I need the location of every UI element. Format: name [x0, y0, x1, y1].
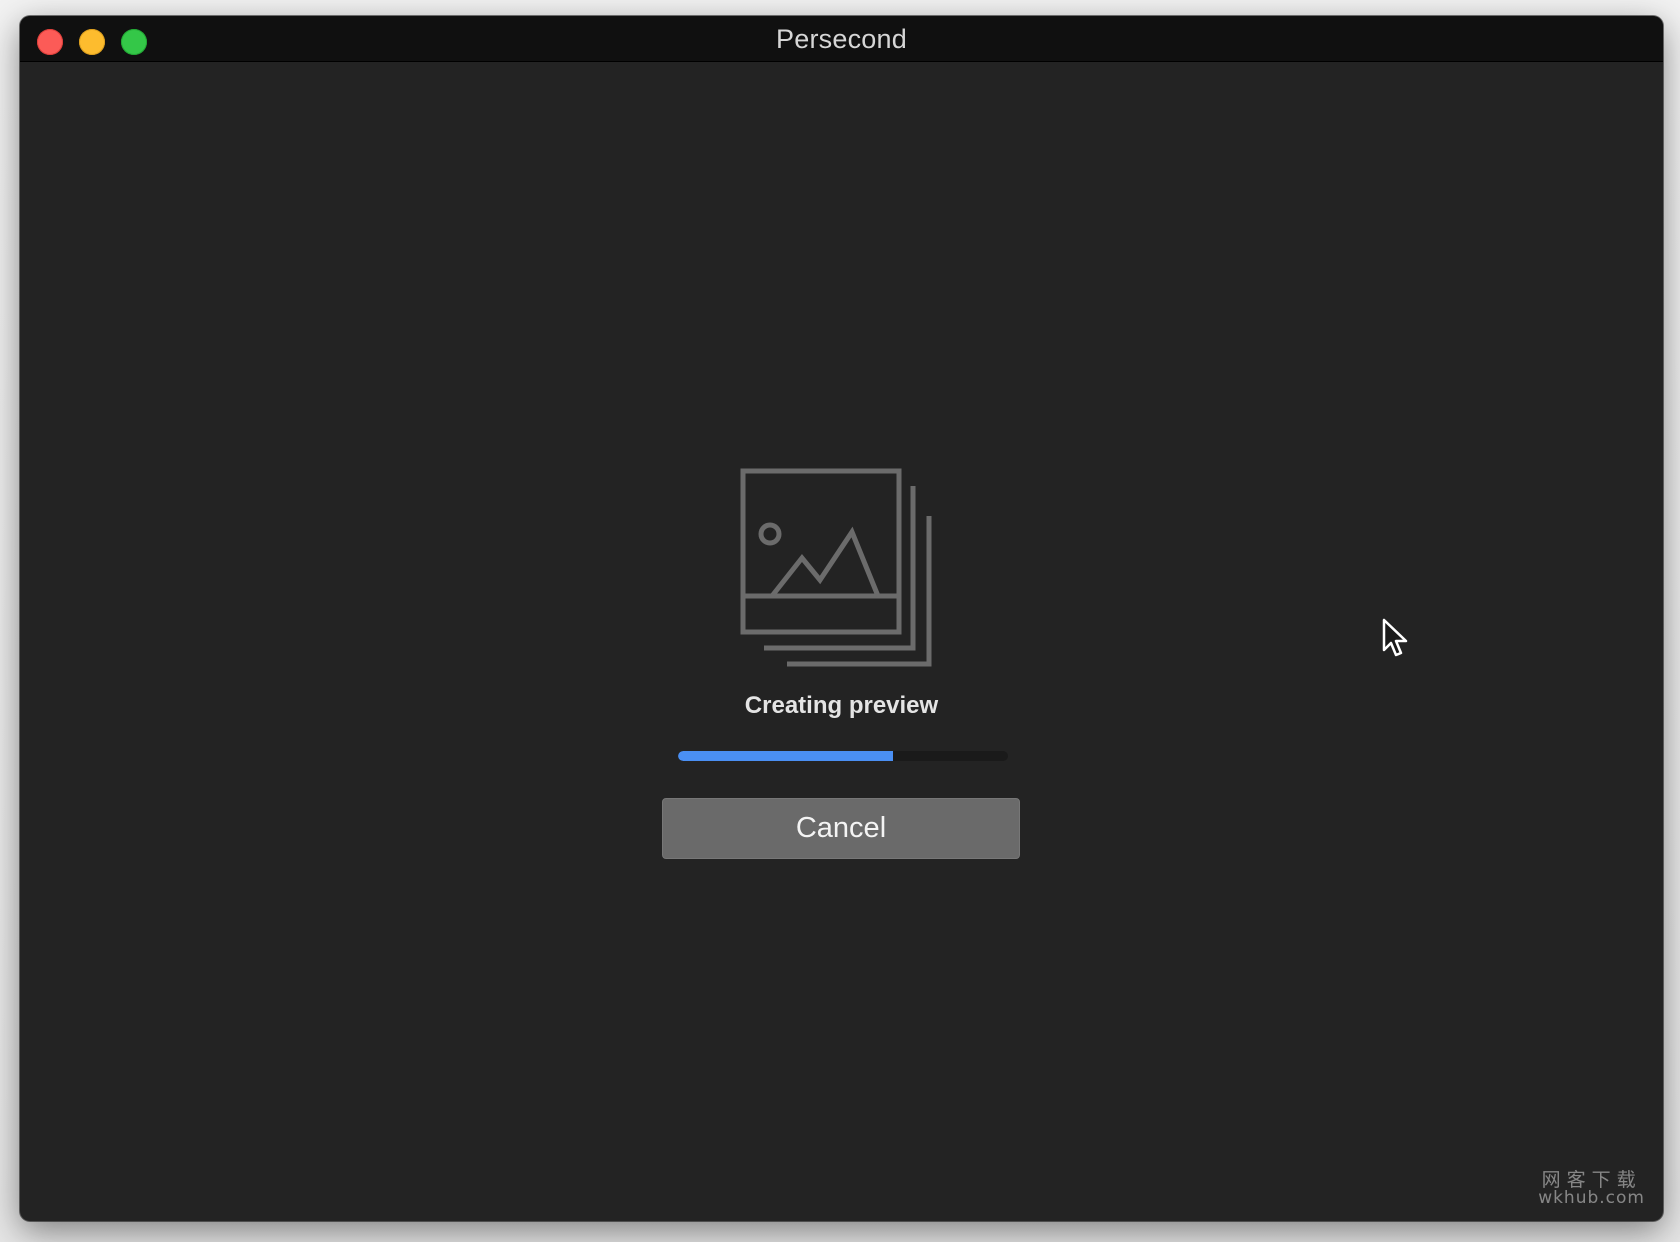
progress-bar-fill — [678, 751, 893, 761]
progress-bar — [678, 751, 1008, 761]
mouse-cursor-icon — [1382, 618, 1408, 657]
watermark: 网客下载 wkhub.com — [1538, 1171, 1645, 1207]
cancel-button[interactable]: Cancel — [662, 798, 1020, 859]
photo-stack-icon — [740, 468, 932, 667]
app-window: Persecond Creating preview Cancel 网客下载 w… — [20, 16, 1663, 1221]
status-text: Creating preview — [744, 692, 939, 719]
window-title: Persecond — [776, 24, 907, 54]
main-content: Creating preview Cancel — [20, 62, 1663, 1221]
title-bar[interactable]: Persecond — [20, 16, 1663, 62]
watermark-line2: wkhub.com — [1538, 1188, 1645, 1208]
desktop: Persecond Creating preview Cancel 网客下载 w… — [0, 0, 1680, 1242]
